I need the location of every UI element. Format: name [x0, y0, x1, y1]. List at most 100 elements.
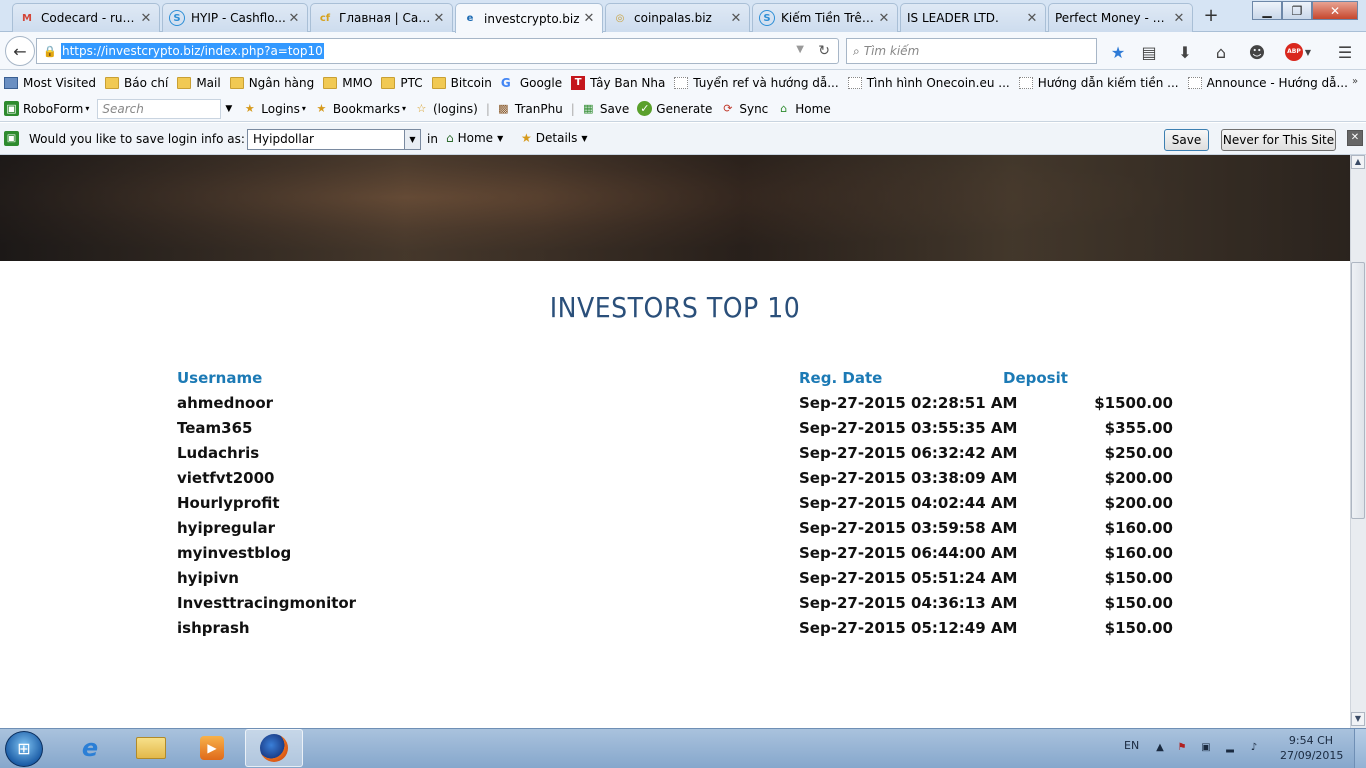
tab-close-icon[interactable]: ✕ [1025, 11, 1039, 26]
home-icon: ⌂ [446, 131, 454, 145]
bookmark-item[interactable]: Hướng dẫn kiếm tiền ... [1018, 76, 1179, 90]
volume-icon[interactable]: ♪ [1248, 742, 1260, 754]
file-explorer-icon[interactable] [122, 729, 180, 767]
username-cell: vietfvt2000 [177, 469, 275, 487]
bookmark-item[interactable]: MMO [323, 76, 372, 90]
tab-1[interactable]: S HYIP - Cashflo... ✕ [162, 3, 308, 32]
tab-close-icon[interactable]: ✕ [1172, 11, 1186, 26]
bookmark-item[interactable]: Most Visited [4, 76, 96, 90]
menu-icon[interactable]: ☰ [1334, 41, 1356, 63]
signal-icon[interactable]: ▂ [1224, 742, 1236, 754]
tab-close-icon[interactable]: ✕ [877, 11, 891, 26]
roboform-bookmarks[interactable]: ★ Bookmarks ▾ [314, 101, 406, 116]
internet-explorer-icon[interactable]: e [61, 729, 119, 767]
folder-label: Home [457, 131, 494, 145]
back-button[interactable]: ← [5, 36, 35, 66]
reg-date-cell: Sep-27-2015 05:12:49 AM [799, 619, 1018, 637]
tab-close-icon[interactable]: ✕ [582, 11, 596, 26]
close-window-button[interactable]: ✕ [1312, 1, 1358, 20]
minimize-button[interactable]: ▁ [1252, 1, 1282, 20]
reading-list-icon[interactable]: ▤ [1138, 41, 1160, 63]
roboform-sync[interactable]: ⟳ Sync [720, 101, 768, 116]
reload-icon[interactable]: ↻ [818, 43, 830, 59]
chat-icon[interactable]: ☻ [1246, 41, 1268, 63]
deposit-cell: $150.00 [1104, 619, 1173, 637]
deposit-cell: $160.00 [1104, 544, 1173, 562]
show-hidden-icons-icon[interactable]: ▲ [1154, 742, 1166, 754]
tab-close-icon[interactable]: ✕ [287, 11, 301, 26]
roboform-menu[interactable]: ▣ RoboForm ▾ [4, 101, 89, 116]
bookmarks-overflow-icon[interactable]: » [1352, 76, 1358, 87]
tab-close-icon[interactable]: ✕ [432, 11, 446, 26]
tab-6[interactable]: IS LEADER LTD. ✕ [900, 3, 1046, 32]
new-tab-button[interactable]: + [1198, 5, 1224, 27]
tab-5[interactable]: S Kiếm Tiền Trên... ✕ [752, 3, 898, 32]
tab-3[interactable]: e investcrypto.biz ✕ [455, 3, 603, 33]
most-visited-icon [4, 77, 18, 89]
roboform-logins[interactable]: ★ Logins ▾ [242, 101, 306, 116]
media-player-icon[interactable]: ▶ [183, 729, 241, 767]
security-icon[interactable]: ▣ [1200, 742, 1212, 754]
url-dropdown-icon[interactable]: ▼ [796, 44, 804, 55]
tab-4[interactable]: ◎ coinpalas.biz ✕ [605, 3, 750, 32]
clock-date: 27/09/2015 [1280, 749, 1344, 762]
tab-7[interactable]: Perfect Money - W... ✕ [1048, 3, 1193, 32]
network-warning-icon[interactable]: ⚑ [1176, 742, 1188, 754]
tab-0[interactable]: M Codecard - ruo... ✕ [12, 3, 160, 32]
login-name-select[interactable]: Hyipdollar ▼ [247, 129, 421, 150]
roboform-search-input[interactable]: Search [97, 98, 222, 119]
close-notification-icon[interactable]: ✕ [1347, 130, 1363, 146]
save-login-button[interactable]: Save [1164, 129, 1209, 151]
roboform-home[interactable]: ⌂ Home [776, 101, 830, 116]
never-save-button[interactable]: Never for This Site [1221, 129, 1336, 151]
username-cell: Ludachris [177, 444, 260, 462]
downloads-icon[interactable]: ⬇ [1174, 41, 1196, 63]
roboform-identity[interactable]: ▩ TranPhu [496, 101, 563, 116]
roboform-logins-list[interactable]: ☆ (logins) [414, 101, 478, 116]
bookmark-item[interactable]: Mail [177, 76, 221, 90]
bookmark-item[interactable]: G Google [501, 76, 562, 90]
windows-logo-icon: ⊞ [17, 739, 31, 758]
clock[interactable]: 9:54 CH 27/09/2015 [1280, 733, 1344, 763]
tab-label: coinpalas.biz [634, 11, 712, 25]
bookmark-item[interactable]: PTC [381, 76, 423, 90]
roboform-save[interactable]: ▦ Save [581, 101, 629, 116]
star-icon: ★ [521, 131, 532, 145]
start-button[interactable]: ⊞ [5, 731, 43, 767]
restore-button[interactable]: ❐ [1282, 1, 1312, 20]
details-menu[interactable]: ★ Details ▼ [521, 131, 588, 145]
bookmark-item[interactable]: Báo chí [105, 76, 168, 90]
firefox-icon[interactable] [245, 729, 303, 767]
save-login-notification: ▣ Would you like to save login info as: … [0, 123, 1366, 155]
chevron-down-icon[interactable]: ▼ [404, 130, 420, 149]
adblock-icon[interactable]: ABP ▼ [1283, 41, 1313, 63]
url-bar[interactable]: 🔒 https://investcrypto.biz/index.php?a=t… [36, 38, 839, 64]
folder-select[interactable]: ⌂ Home ▼ [446, 131, 503, 145]
tab-close-icon[interactable]: ✕ [139, 11, 153, 26]
roboform-search-dropdown-icon[interactable]: ▼ [225, 104, 232, 114]
tab-2[interactable]: cf Главная | Cash...✕ [310, 3, 453, 32]
scrollbar-thumb[interactable] [1351, 262, 1365, 519]
tab-close-icon[interactable]: ✕ [729, 11, 743, 26]
search-input[interactable]: ⌕ Tìm kiếm [846, 38, 1097, 64]
language-indicator[interactable]: EN [1124, 739, 1139, 752]
bookmark-item[interactable]: Tình hình Onecoin.eu ... [847, 76, 1010, 90]
roboform-generate[interactable]: ✓ Generate [637, 101, 712, 116]
home-icon[interactable]: ⌂ [1210, 41, 1232, 63]
bookmark-item[interactable]: Ngân hàng [229, 76, 314, 90]
cf-icon: cf [319, 12, 331, 24]
show-desktop-button[interactable] [1354, 729, 1366, 768]
bookmark-star-icon[interactable]: ★ [1107, 41, 1129, 63]
scroll-down-arrow[interactable]: ▼ [1351, 712, 1365, 726]
url-text[interactable]: https://investcrypto.biz/index.php?a=top… [61, 43, 324, 59]
bookmark-item[interactable]: T Tây Ban Nha [571, 76, 665, 90]
username-cell: Team365 [177, 419, 253, 437]
deposit-cell: $200.00 [1104, 494, 1173, 512]
bookmark-label: Tuyển ref và hướng dẫ... [693, 76, 839, 90]
table-row: Hourlyprofit Sep-27-2015 04:02:44 AM $200.… [0, 494, 1350, 519]
google-icon: G [500, 76, 511, 90]
scroll-up-arrow[interactable]: ▲ [1351, 155, 1365, 169]
bookmark-item[interactable]: Announce - Hướng dẫ... [1187, 76, 1348, 90]
bookmark-item[interactable]: Bitcoin [431, 76, 492, 90]
bookmark-item[interactable]: Tuyển ref và hướng dẫ... [674, 76, 839, 90]
